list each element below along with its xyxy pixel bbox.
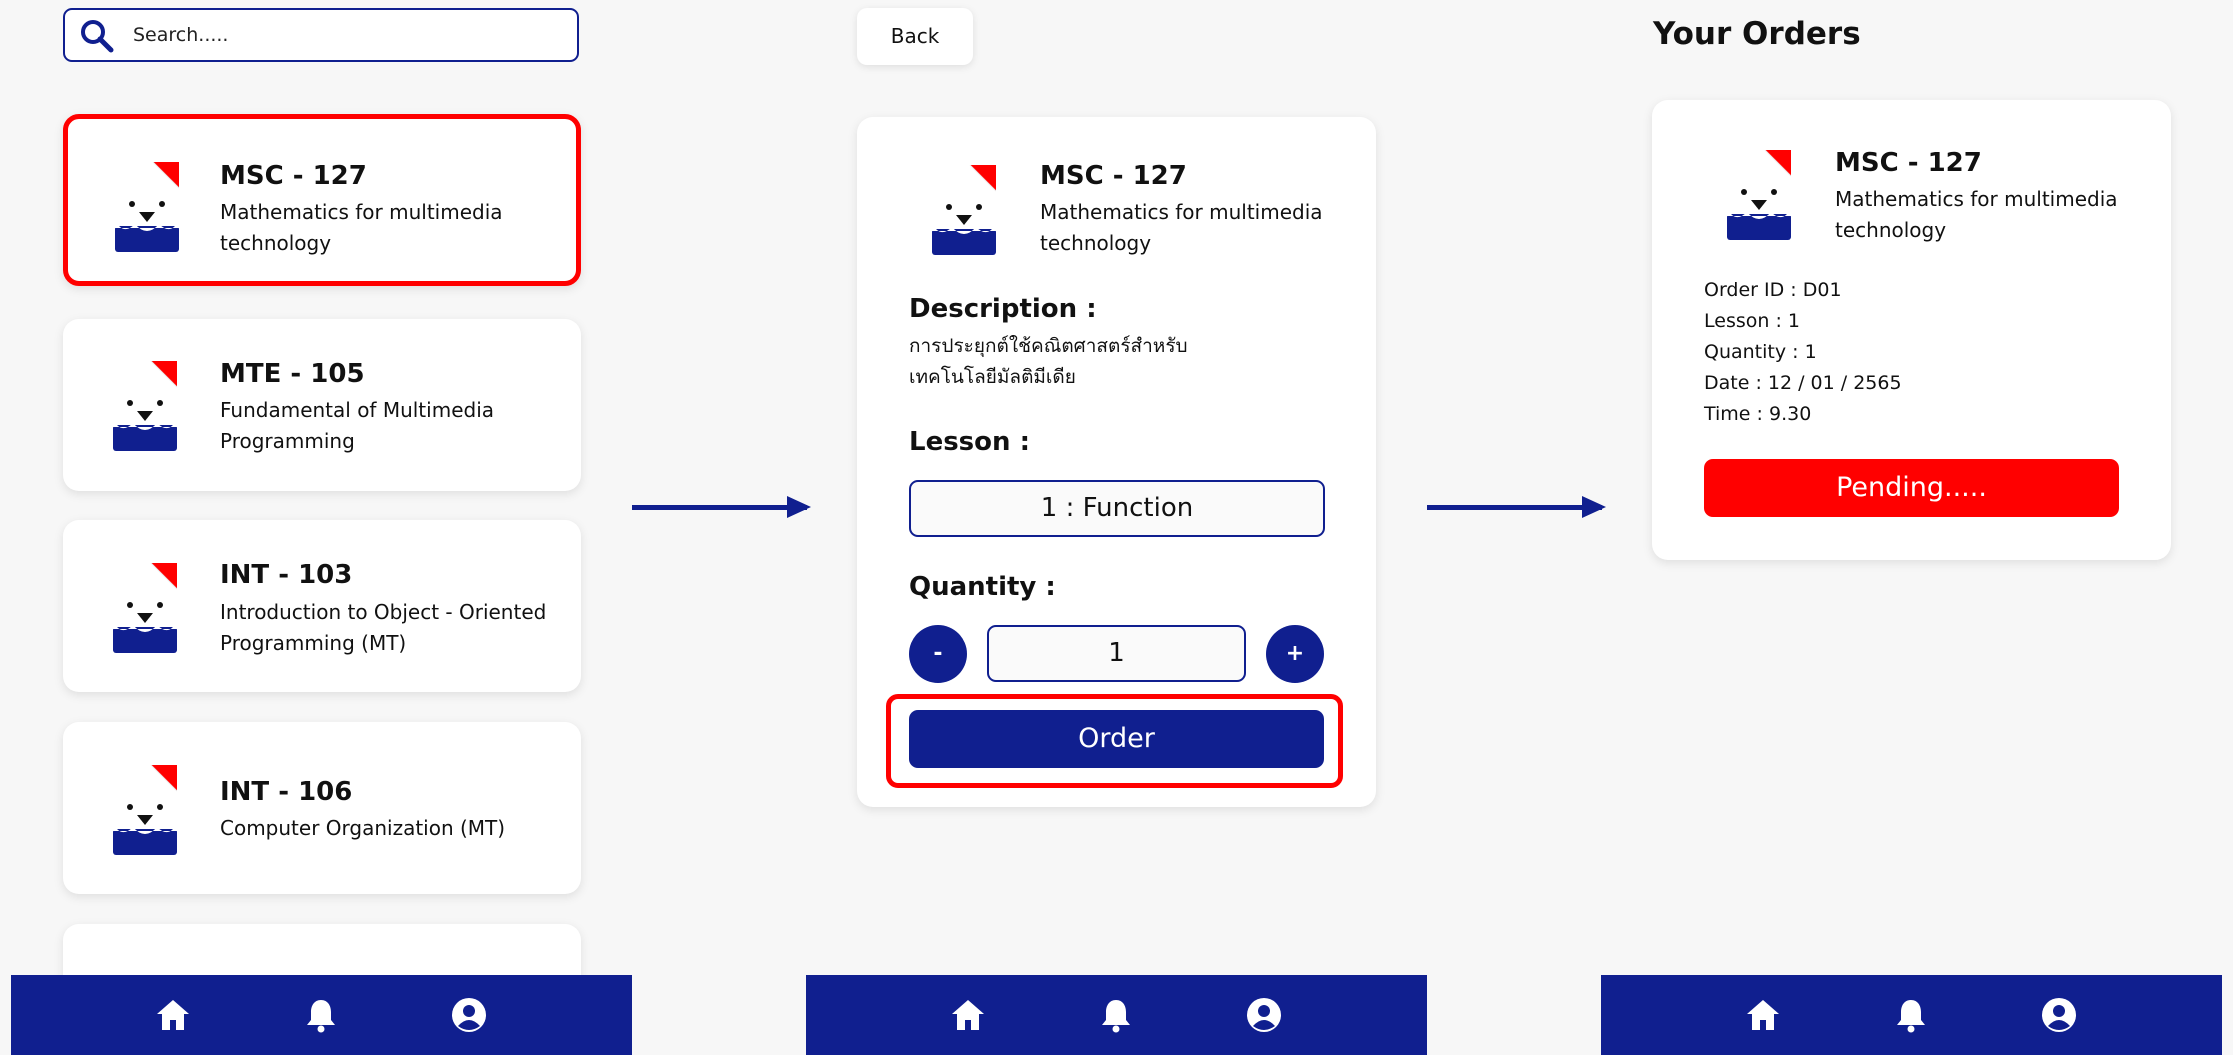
- order-course-name-line2: technology: [1835, 218, 1947, 242]
- flow-arrow-2: [1427, 496, 1606, 518]
- course-name-line1: Fundamental of Multimedia: [220, 398, 495, 422]
- description-label: Description :: [909, 294, 1097, 324]
- bottom-nav-3: [1601, 975, 2222, 1055]
- flow-arrow-1: [632, 496, 811, 518]
- quantity-plus-button[interactable]: +: [1266, 625, 1324, 683]
- course-name-line1: Computer Organization (MT): [220, 816, 506, 840]
- home-icon[interactable]: [950, 997, 986, 1033]
- detail-course-code: MSC - 127: [1040, 161, 1187, 191]
- course-name-line2: Programming: [220, 429, 355, 453]
- order-course-code: MSC - 127: [1835, 148, 1982, 178]
- home-icon[interactable]: [155, 997, 191, 1033]
- quantity-field[interactable]: 1: [987, 625, 1246, 682]
- back-button[interactable]: Back: [857, 8, 973, 65]
- course-code: INT - 106: [220, 777, 353, 807]
- course-name-line1: Mathematics for multimedia: [220, 200, 503, 224]
- order-id: Order ID : D01: [1704, 279, 1842, 301]
- description-line1: การประยุกต์ใช้คณิตศาสตร์สำหรับ: [909, 335, 1188, 357]
- course-code: MSC - 127: [220, 161, 367, 191]
- quantity-label: Quantity :: [909, 572, 1056, 602]
- order-status-badge[interactable]: Pending.....: [1704, 459, 2119, 517]
- bell-icon[interactable]: [1098, 997, 1134, 1033]
- course-logo-icon: [1727, 150, 1791, 240]
- description-line2: เทคโนโลยีมัลติมีเดีย: [909, 366, 1076, 388]
- course-logo-icon: [932, 165, 996, 255]
- order-lesson: Lesson : 1: [1704, 310, 1800, 332]
- course-code: INT - 103: [220, 560, 353, 590]
- detail-course-name-line2: technology: [1040, 231, 1152, 255]
- profile-icon[interactable]: [1246, 997, 1282, 1033]
- order-course-name-line1: Mathematics for multimedia: [1835, 187, 2118, 211]
- bell-icon[interactable]: [303, 997, 339, 1033]
- course-code: MTE - 105: [220, 359, 365, 389]
- course-logo-icon: [115, 162, 179, 252]
- lesson-label: Lesson :: [909, 427, 1030, 457]
- order-button[interactable]: Order: [909, 710, 1324, 768]
- course-card-mte105[interactable]: MTE - 105 Fundamental of Multimedia Prog…: [63, 319, 581, 491]
- profile-icon[interactable]: [451, 997, 487, 1033]
- search-input[interactable]: Search.....: [63, 8, 579, 62]
- bottom-nav-2: [806, 975, 1427, 1055]
- lesson-select[interactable]: 1 : Function: [909, 480, 1325, 537]
- quantity-minus-button[interactable]: -: [909, 625, 967, 683]
- course-logo-icon: [113, 361, 177, 451]
- course-card-msc127[interactable]: MSC - 127 Mathematics for multimedia tec…: [63, 114, 581, 286]
- detail-course-name-line1: Mathematics for multimedia: [1040, 200, 1323, 224]
- search-placeholder: Search.....: [133, 24, 229, 46]
- course-card-int103[interactable]: INT - 103 Introduction to Object - Orien…: [63, 520, 581, 692]
- order-quantity: Quantity : 1: [1704, 341, 1817, 363]
- order-date: Date : 12 / 01 / 2565: [1704, 372, 1902, 394]
- bottom-nav-1: [11, 975, 632, 1055]
- orders-title: Your Orders: [1653, 16, 1861, 52]
- course-name-line2: technology: [220, 231, 332, 255]
- search-icon: [81, 20, 114, 53]
- bell-icon[interactable]: [1893, 997, 1929, 1033]
- profile-icon[interactable]: [2041, 997, 2077, 1033]
- course-name-line2: Programming (MT): [220, 631, 407, 655]
- course-card-int106[interactable]: INT - 106 Computer Organization (MT): [63, 722, 581, 894]
- home-icon[interactable]: [1745, 997, 1781, 1033]
- course-logo-icon: [113, 765, 177, 855]
- course-name-line1: Introduction to Object - Oriented: [220, 600, 547, 624]
- course-logo-icon: [113, 563, 177, 653]
- order-time: Time : 9.30: [1704, 403, 1812, 425]
